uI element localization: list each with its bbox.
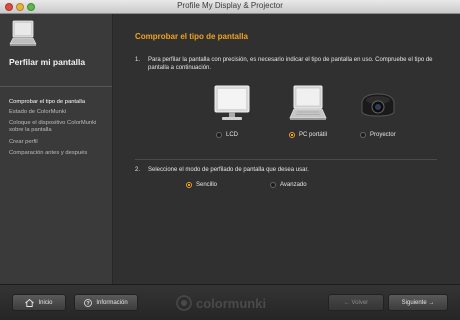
projector-icon bbox=[361, 93, 395, 117]
advanced-mode-label: Avanzado bbox=[280, 182, 307, 188]
bottom-toolbar: Inicio ? Información colormunki ← Volver… bbox=[0, 284, 460, 320]
window-title: Profile My Display & Projector bbox=[177, 1, 283, 10]
colormunki-logo-icon bbox=[176, 295, 192, 311]
next-button-label: Siguiente → bbox=[401, 299, 435, 306]
device-option-lcd[interactable]: LCD bbox=[203, 84, 263, 154]
projector-radio[interactable] bbox=[360, 132, 366, 138]
device-option-projector[interactable]: Proyector bbox=[348, 84, 408, 154]
step-before-after[interactable]: Comparación antes y después bbox=[9, 150, 87, 157]
projector-label: Proyector bbox=[370, 132, 396, 138]
laptop-radio[interactable] bbox=[289, 132, 295, 138]
instruction-1-text: Para perfilar la pantalla con precisión,… bbox=[148, 57, 433, 71]
page-title: Comprobar el tipo de pantalla bbox=[135, 32, 248, 41]
main-panel: Comprobar el tipo de pantalla 1. Para pe… bbox=[113, 14, 460, 284]
home-button[interactable]: Inicio bbox=[12, 294, 66, 311]
back-button[interactable]: ← Volver bbox=[328, 294, 384, 311]
instruction-1-number: 1. bbox=[135, 57, 141, 63]
section-divider bbox=[135, 159, 437, 160]
home-icon bbox=[25, 298, 35, 307]
step-place-device[interactable]: Coloque el dispositivo ColorMunki sobre … bbox=[9, 120, 109, 134]
back-button-label: ← Volver bbox=[343, 299, 369, 306]
laptop-display-icon bbox=[9, 20, 37, 46]
colormunki-logo: colormunki bbox=[176, 294, 286, 312]
sidebar-divider bbox=[0, 86, 112, 87]
lcd-radio[interactable] bbox=[216, 132, 222, 138]
help-icon: ? bbox=[84, 298, 93, 307]
step-check-display-type[interactable]: Comprobar el tipo de pantalla bbox=[9, 99, 85, 106]
instruction-2-number: 2. bbox=[135, 167, 141, 173]
simple-mode-radio[interactable] bbox=[186, 182, 192, 188]
simple-mode-label: Sencillo bbox=[196, 182, 218, 188]
advanced-mode-radio[interactable] bbox=[270, 182, 276, 188]
sidebar: Perfilar mi pantalla Comprobar el tipo d… bbox=[0, 14, 113, 284]
info-button[interactable]: ? Información bbox=[74, 294, 138, 311]
brand-name: colormunki bbox=[196, 295, 267, 311]
lcd-monitor-icon bbox=[214, 85, 250, 120]
step-create-profile[interactable]: Crear perfil bbox=[9, 139, 38, 146]
lcd-label: LCD bbox=[226, 132, 239, 138]
next-button[interactable]: Siguiente → bbox=[388, 294, 448, 311]
info-button-label: Información bbox=[96, 299, 128, 306]
laptop-label: PC portátil bbox=[299, 132, 328, 138]
sidebar-heading: Perfilar mi pantalla bbox=[9, 57, 86, 67]
app-window: Profile My Display & Projector Perfilar … bbox=[0, 0, 460, 320]
home-button-label: Inicio bbox=[38, 299, 53, 306]
step-colormunki-status[interactable]: Estado de ColorMunki bbox=[9, 109, 66, 116]
instruction-2-text: Seleccione el modo de perfilado de panta… bbox=[148, 167, 309, 173]
device-option-laptop[interactable]: PC portátil bbox=[278, 84, 338, 154]
title-bar: Profile My Display & Projector bbox=[0, 0, 460, 14]
laptop-icon bbox=[289, 85, 327, 120]
